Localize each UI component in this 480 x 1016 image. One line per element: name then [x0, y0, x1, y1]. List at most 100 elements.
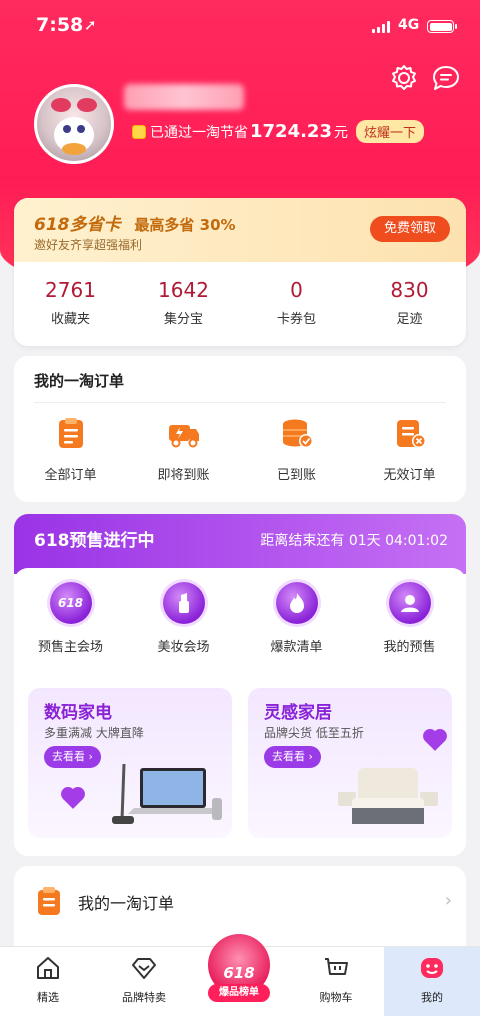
- presale-header: 618预售进行中 距离结束还有 01天 04:01:02: [14, 514, 466, 574]
- status-bar: 7:58 ➚ 4G: [0, 12, 480, 42]
- stat-value: 1642: [158, 278, 209, 302]
- battery-icon: [427, 20, 457, 33]
- smile-face-icon: [421, 958, 443, 978]
- orders-title: 我的一淘订单: [34, 372, 125, 390]
- gear-icon[interactable]: [390, 64, 418, 92]
- vip-title-text: 618多省卡: [34, 215, 121, 235]
- order-invalid[interactable]: 无效订单: [353, 416, 466, 483]
- venue-row: 618 预售主会场 美妆会场 爆款清单 我的预售: [14, 582, 466, 655]
- chevron-right-icon: ›: [444, 890, 452, 911]
- bed-image: [338, 768, 438, 824]
- vip-title: 618多省卡 最高多省 30%: [34, 210, 236, 235]
- hot-list-badge[interactable]: 618 爆品榜单: [204, 934, 274, 1004]
- stat-favorites[interactable]: 2761 收藏夹: [14, 268, 127, 327]
- stat-label: 卡券包: [276, 312, 316, 327]
- order-label: 即将到账: [157, 468, 210, 483]
- flame-icon: [275, 582, 318, 624]
- show-off-button[interactable]: 炫耀一下: [355, 120, 424, 143]
- tab-label: 购物车: [319, 991, 353, 1004]
- stat-points[interactable]: 1642 集分宝: [127, 268, 240, 327]
- venue-hot[interactable]: 爆款清单: [240, 582, 353, 655]
- tab-brand-sale[interactable]: 品牌特卖: [96, 947, 192, 1016]
- avatar[interactable]: [34, 84, 114, 164]
- vip-subtitle: 邀好友齐享超强福利: [34, 238, 143, 252]
- lipstick-icon: [162, 582, 205, 624]
- vip-highlight: 最高多省 30%: [134, 216, 236, 234]
- username-blurred: [124, 84, 244, 110]
- cart-icon: [325, 958, 348, 975]
- promo-go-button[interactable]: 去看看 ›: [264, 746, 321, 768]
- venue-main[interactable]: 618 预售主会场: [14, 582, 127, 655]
- tab-label: 我的: [421, 991, 443, 1004]
- promo-go-label: 去看看: [272, 750, 305, 763]
- coin-icon: [132, 124, 146, 139]
- venue-label: 我的预售: [383, 640, 436, 655]
- tab-cart[interactable]: 购物车: [288, 947, 384, 1016]
- orders-card: 我的一淘订单 全部订单 即将到账 已到账 无效订单: [14, 356, 466, 502]
- presale-countdown: 距离结束还有 01天 04:01:02: [260, 533, 448, 549]
- promo-digital[interactable]: 数码家电 多重满减 大牌直降 去看看 ›: [28, 688, 232, 838]
- venue-label: 爆款清单: [270, 640, 323, 655]
- user-icon: [388, 582, 431, 624]
- stat-value: 0: [290, 278, 303, 302]
- order-label: 已到账: [276, 468, 316, 483]
- order-label: 全部订单: [44, 468, 97, 483]
- stat-footprints[interactable]: 830 足迹: [353, 268, 466, 327]
- promo-home[interactable]: 灵感家居 品牌尖货 低至五折 去看看 ›: [248, 688, 452, 838]
- divider: [34, 402, 446, 403]
- savings-prefix: 已通过一淘节省: [150, 124, 248, 141]
- laptop-vacuum-image: [112, 763, 222, 824]
- promo-go-button[interactable]: 去看看 ›: [44, 746, 101, 768]
- home-icon: [37, 957, 59, 979]
- presale-body: 618 预售主会场 美妆会场 爆款清单 我的预售 数码家电 多重满减 大牌直降 …: [14, 568, 466, 856]
- savings-unit: 元: [333, 124, 348, 141]
- venue-618-icon: 618: [49, 582, 92, 624]
- promo-title: 灵感家居: [264, 703, 332, 723]
- stat-label: 收藏夹: [50, 312, 90, 327]
- location-arrow-icon: ➚: [84, 16, 97, 34]
- clipboard-icon: [58, 418, 83, 448]
- clipboard-icon: [38, 887, 60, 915]
- venue-badge: 618: [57, 596, 84, 610]
- truck-icon: [168, 425, 199, 448]
- invalid-order-icon: [396, 420, 426, 448]
- order-pending[interactable]: 即将到账: [127, 416, 240, 483]
- hot-list-number: 618: [223, 964, 255, 982]
- savings-summary: 已通过一淘节省 1724.23 元 炫耀一下: [132, 120, 424, 143]
- tab-home[interactable]: 精选: [0, 947, 96, 1016]
- network-label: 4G: [398, 17, 420, 33]
- tab-mine[interactable]: 我的: [384, 947, 480, 1016]
- stat-value: 830: [390, 278, 429, 302]
- stat-value: 2761: [45, 278, 96, 302]
- venue-label: 预售主会场: [37, 640, 103, 655]
- stats-row: 2761 收藏夹 1642 集分宝 0 卡券包 830 足迹: [14, 268, 466, 327]
- claim-button[interactable]: 免费领取: [370, 216, 450, 242]
- diamond-icon: [132, 958, 156, 979]
- heart-icon: [63, 789, 83, 809]
- presale-card: 618预售进行中 距离结束还有 01天 04:01:02 618 预售主会场 美…: [14, 514, 466, 856]
- message-icon[interactable]: [431, 64, 461, 92]
- order-status-row: 全部订单 即将到账 已到账 无效订单: [14, 416, 466, 483]
- venue-label: 美妆会场: [157, 640, 210, 655]
- order-arrived[interactable]: 已到账: [240, 416, 353, 483]
- presale-title: 618预售进行中: [34, 531, 155, 551]
- order-label: 无效订单: [383, 468, 436, 483]
- coins-check-icon: [282, 419, 313, 448]
- promo-title: 数码家电: [44, 703, 112, 723]
- order-all[interactable]: 全部订单: [14, 416, 127, 483]
- promo-subtitle: 品牌尖货 低至五折: [264, 726, 364, 740]
- venue-beauty[interactable]: 美妆会场: [127, 582, 240, 655]
- stat-coupons[interactable]: 0 卡券包: [240, 268, 353, 327]
- status-time: 7:58: [36, 14, 84, 36]
- venue-mine[interactable]: 我的预售: [353, 582, 466, 655]
- signal-icon: [372, 21, 390, 33]
- tab-label: 精选: [37, 991, 59, 1004]
- savings-amount: 1724.23: [250, 121, 332, 142]
- orders-entry-label: 我的一淘订单: [78, 894, 175, 913]
- heart-icon: [425, 731, 445, 751]
- stat-label: 集分宝: [163, 312, 203, 327]
- stat-label: 足迹: [396, 312, 423, 327]
- vip-card: 618多省卡 最高多省 30% 邀好友齐享超强福利 免费领取 2761 收藏夹 …: [14, 198, 466, 346]
- tab-label: 品牌特卖: [122, 991, 166, 1004]
- promo-go-label: 去看看: [52, 750, 85, 763]
